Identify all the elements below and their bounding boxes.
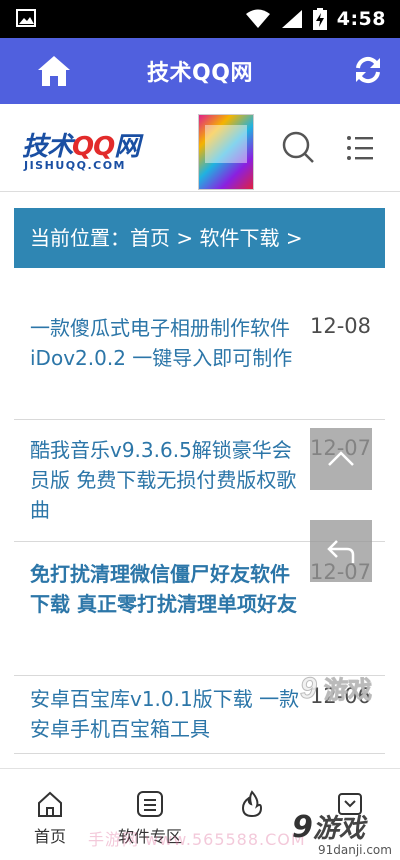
logo-main: 技术QQ网 — [22, 132, 140, 162]
watermark-logo: 9游戏 — [292, 810, 365, 845]
article-date: 12-08 — [309, 314, 371, 338]
back-button[interactable] — [310, 520, 372, 582]
tab-label: 首页 — [33, 827, 66, 846]
list-item[interactable]: 一款傻瓜式电子相册制作软件iDov2.0.2 一键导入即可制作 12-08 — [14, 296, 385, 420]
status-bar: 4:58 — [0, 0, 400, 38]
site-header: 技术QQ网 JISHUQQ.COM — [0, 104, 400, 192]
list-menu-icon[interactable] — [346, 134, 374, 162]
svg-text:游戏: 游戏 — [324, 676, 372, 704]
watermark-logo-icon: 9 游戏 — [300, 672, 373, 706]
app-bar: 技术QQ网 — [0, 38, 400, 104]
site-logo[interactable]: 技术QQ网 JISHUQQ.COM — [22, 126, 178, 176]
signal-icon — [281, 10, 302, 28]
faded-watermark: 手游网 www.565588.COM — [88, 830, 306, 849]
banner-thumbnail[interactable] — [198, 114, 254, 190]
logo-sub: JISHUQQ.COM — [24, 159, 126, 172]
image-icon — [16, 9, 36, 27]
app-title: 技术QQ网 — [147, 61, 253, 86]
watermark-url: 91danji.com — [318, 843, 392, 857]
clock: 4:58 — [336, 8, 386, 30]
flame-icon — [241, 790, 263, 818]
back-arrow-icon — [327, 540, 355, 563]
breadcrumb: 当前位置：首页 > 软件下载 > — [14, 208, 385, 268]
wifi-icon — [245, 9, 270, 28]
home-outline-icon — [38, 791, 62, 817]
svg-text:9: 9 — [300, 672, 317, 705]
search-icon[interactable] — [281, 130, 315, 164]
battery-charging-icon — [312, 8, 327, 30]
list-box-icon — [137, 791, 163, 817]
scroll-top-button[interactable] — [310, 428, 372, 490]
refresh-icon[interactable] — [352, 54, 384, 86]
chevron-up-icon — [328, 451, 354, 466]
tab-home[interactable]: 首页 — [10, 789, 90, 847]
tab-hot[interactable] — [212, 789, 292, 823]
